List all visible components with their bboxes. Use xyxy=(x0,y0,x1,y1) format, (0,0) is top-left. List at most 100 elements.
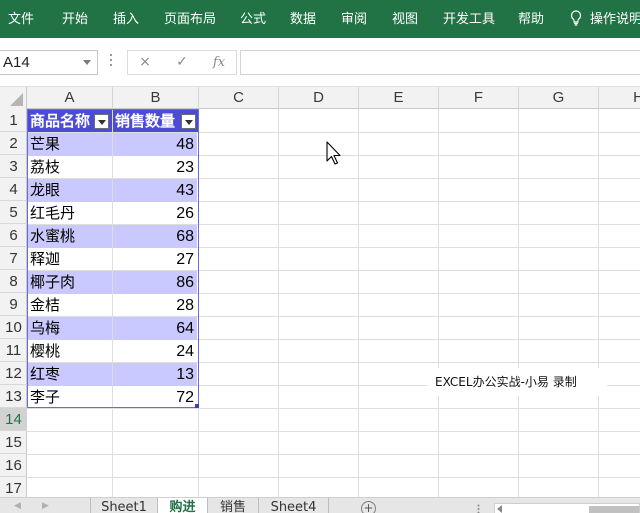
table-cell-name[interactable]: 李子 xyxy=(28,386,112,409)
row-headers: 1 2 3 4 5 6 7 8 9 10 11 12 13 14 15 16 1… xyxy=(0,109,27,497)
formula-bar-area: A14 × ✓ fx xyxy=(0,38,640,87)
column-header-c[interactable]: C xyxy=(199,87,279,109)
table-cell-name[interactable]: 红毛丹 xyxy=(28,202,112,225)
sheet-tab-purchase[interactable]: 购进 xyxy=(158,498,208,513)
sheet-tab-sales[interactable]: 销售 xyxy=(208,498,259,513)
table-cell-qty[interactable]: 86 xyxy=(113,271,197,294)
row-header[interactable]: 17 xyxy=(0,477,27,497)
gridline xyxy=(518,109,519,497)
table-cell-qty[interactable]: 26 xyxy=(113,202,197,225)
table-cell-qty[interactable]: 27 xyxy=(113,248,197,271)
table-cell-name[interactable]: 龙眼 xyxy=(28,179,112,202)
table-cell-name[interactable]: 樱桃 xyxy=(28,340,112,363)
column-header-a[interactable]: A xyxy=(27,87,113,109)
column-header-b[interactable]: B xyxy=(113,87,199,109)
drag-handle-icon[interactable] xyxy=(110,54,113,70)
next-sheet-icon[interactable]: ▶ xyxy=(42,501,49,511)
row-header[interactable]: 15 xyxy=(0,431,27,454)
row-header[interactable]: 13 xyxy=(0,385,27,408)
row-header[interactable]: 16 xyxy=(0,454,27,477)
chevron-down-icon[interactable] xyxy=(83,60,91,65)
table-cell-name[interactable]: 金桔 xyxy=(28,294,112,317)
row-header[interactable]: 10 xyxy=(0,316,27,339)
table-cell-qty[interactable]: 64 xyxy=(113,317,197,340)
row-header[interactable]: 9 xyxy=(0,293,27,316)
column-header-e[interactable]: E xyxy=(359,87,439,109)
table-cell-qty[interactable]: 48 xyxy=(113,133,197,156)
gridline xyxy=(278,109,279,497)
table-cell-qty[interactable]: 24 xyxy=(113,340,197,363)
select-all-button[interactable] xyxy=(0,87,27,109)
horizontal-scrollbar[interactable] xyxy=(494,503,640,513)
scrollbar-thumb[interactable] xyxy=(589,506,639,513)
table-cell-name[interactable]: 乌梅 xyxy=(28,317,112,340)
sheet-tab-sheet4[interactable]: Sheet4 xyxy=(259,498,329,513)
enter-icon[interactable]: ✓ xyxy=(169,51,195,74)
column-header-d[interactable]: D xyxy=(279,87,359,109)
row-header[interactable]: 12 xyxy=(0,362,27,385)
table-cell-name[interactable]: 椰子肉 xyxy=(28,271,112,294)
fx-icon[interactable]: fx xyxy=(206,51,232,74)
row-header[interactable]: 11 xyxy=(0,339,27,362)
scroll-left-icon[interactable] xyxy=(497,505,502,513)
table-cell-qty[interactable]: 13 xyxy=(113,363,197,386)
table-cell-name[interactable]: 红枣 xyxy=(28,363,112,386)
tell-me-label: 操作说明搜索 xyxy=(590,12,640,27)
tab-review[interactable]: 审阅 xyxy=(341,0,367,38)
gridline xyxy=(27,431,640,432)
row-header[interactable]: 4 xyxy=(0,178,27,201)
row-header[interactable]: 6 xyxy=(0,224,27,247)
row-header[interactable]: 5 xyxy=(0,201,27,224)
column-headers: A B C D E F G H xyxy=(0,87,640,109)
mouse-cursor-icon xyxy=(326,141,341,165)
row-header[interactable]: 3 xyxy=(0,155,27,178)
table-cell-qty[interactable]: 23 xyxy=(113,156,197,179)
row-header[interactable]: 8 xyxy=(0,270,27,293)
table-cell-qty[interactable]: 43 xyxy=(113,179,197,202)
column-header-h[interactable]: H xyxy=(599,87,640,109)
tab-view[interactable]: 视图 xyxy=(392,0,418,38)
tab-data[interactable]: 数据 xyxy=(290,0,316,38)
tab-home[interactable]: 开始 xyxy=(62,0,88,38)
row-header[interactable]: 1 xyxy=(0,109,27,132)
table-cell-qty[interactable]: 72 xyxy=(113,386,197,409)
table-resize-handle[interactable] xyxy=(195,404,199,408)
cancel-icon[interactable]: × xyxy=(132,51,158,74)
table-header-cell[interactable]: 商品名称 xyxy=(28,110,112,132)
tab-page-layout[interactable]: 页面布局 xyxy=(164,0,216,38)
formula-input[interactable] xyxy=(240,50,640,75)
tell-me-search[interactable]: 操作说明搜索 xyxy=(570,0,640,38)
table-cell-name[interactable]: 水蜜桃 xyxy=(28,225,112,248)
row-header[interactable]: 2 xyxy=(0,132,27,155)
table-cell-qty[interactable]: 28 xyxy=(113,294,197,317)
gridline xyxy=(598,109,599,497)
column-header-g[interactable]: G xyxy=(519,87,599,109)
column-header-f[interactable]: F xyxy=(439,87,519,109)
table-cell-name[interactable]: 释迦 xyxy=(28,248,112,271)
filter-dropdown-icon[interactable] xyxy=(181,114,196,129)
prev-sheet-icon[interactable]: ◀ xyxy=(14,501,21,511)
gridline xyxy=(27,454,640,455)
row-header-selected[interactable]: 14 xyxy=(0,408,27,431)
ribbon: 文件 开始 插入 页面布局 公式 数据 审阅 视图 开发工具 帮助 操作说明搜索 xyxy=(0,0,640,38)
table-header-label: 销售数量 xyxy=(115,112,176,130)
select-all-triangle-icon xyxy=(10,93,23,106)
gridline xyxy=(438,109,439,497)
tab-formulas[interactable]: 公式 xyxy=(240,0,266,38)
sheet-tab-sheet1[interactable]: Sheet1 xyxy=(90,498,158,513)
table-header-label: 商品名称 xyxy=(30,112,91,130)
table-cell-name[interactable]: 芒果 xyxy=(28,133,112,156)
table-cell-name[interactable]: 荔枝 xyxy=(28,156,112,179)
tab-help[interactable]: 帮助 xyxy=(518,0,544,38)
table-cell-qty[interactable]: 68 xyxy=(113,225,197,248)
filter-dropdown-icon[interactable] xyxy=(94,114,109,129)
gridline xyxy=(358,109,359,497)
more-icon[interactable] xyxy=(477,504,480,513)
tab-insert[interactable]: 插入 xyxy=(113,0,139,38)
name-box[interactable]: A14 xyxy=(0,50,98,75)
tab-file[interactable]: 文件 xyxy=(8,0,34,38)
table-header-cell[interactable]: 销售数量 xyxy=(113,110,198,132)
add-sheet-icon[interactable]: + xyxy=(361,501,376,513)
tab-developer[interactable]: 开发工具 xyxy=(443,0,495,38)
row-header[interactable]: 7 xyxy=(0,247,27,270)
